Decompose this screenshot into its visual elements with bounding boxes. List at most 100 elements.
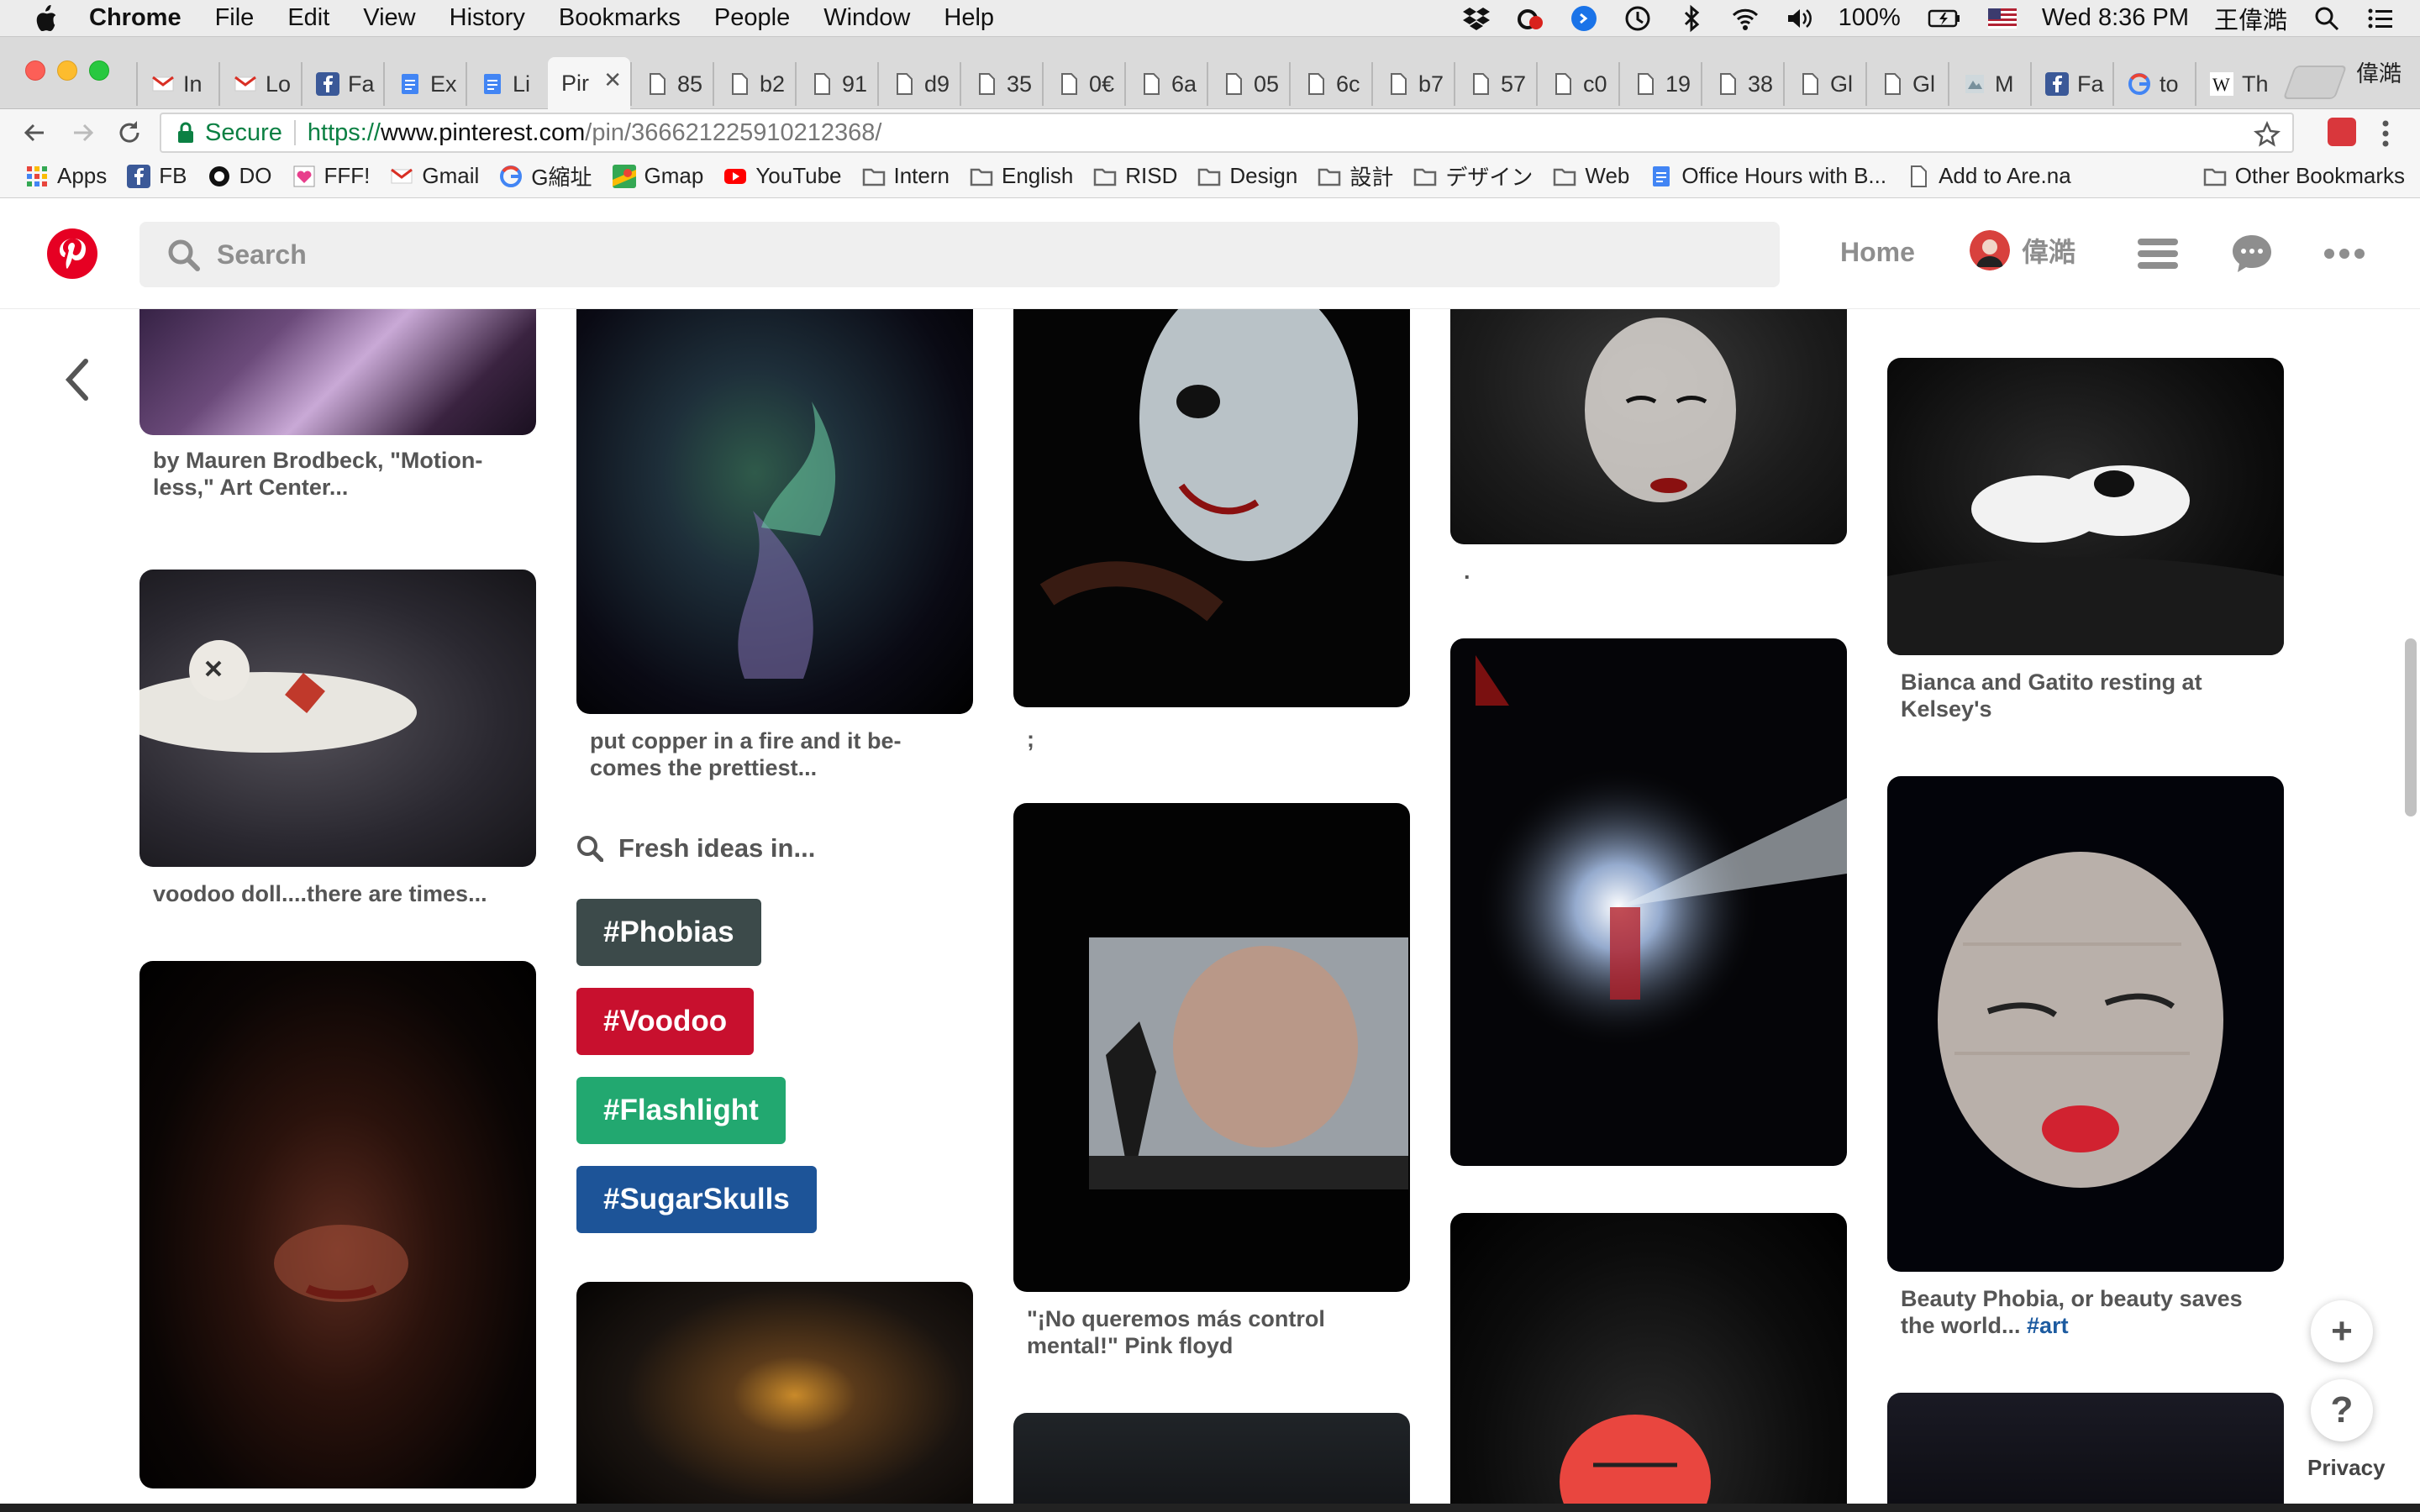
browser-tab[interactable]: d9: [877, 62, 960, 106]
pin-caption[interactable]: voodoo doll....there are times...: [153, 880, 523, 907]
browser-tab[interactable]: 85: [630, 62, 713, 106]
browser-tab[interactable]: Fa: [2030, 62, 2112, 106]
tab-active[interactable]: Pir ✕: [548, 57, 630, 109]
new-tab-button[interactable]: [2282, 66, 2348, 99]
window-zoom-button[interactable]: [89, 60, 109, 81]
browser-tab[interactable]: Fa: [301, 62, 383, 106]
dropbox-icon[interactable]: [1462, 4, 1491, 33]
browser-tab[interactable]: b7: [1371, 62, 1454, 106]
add-pin-button[interactable]: +: [2311, 1300, 2373, 1362]
nav-profile-link[interactable]: 偉澔: [1970, 230, 2075, 270]
back-chevron-icon[interactable]: [62, 356, 92, 403]
pin-caption[interactable]: .: [1464, 558, 1833, 585]
close-tab-icon[interactable]: ✕: [603, 67, 622, 93]
address-bar[interactable]: Secure https:// www.pinterest.com /pin/3…: [160, 113, 2294, 153]
menubar-user[interactable]: 王偉澔: [2214, 1, 2287, 36]
pin-caption[interactable]: Bianca and Gatito resting at Kelsey's: [1901, 669, 2270, 722]
nav-home-link[interactable]: Home: [1840, 237, 1915, 268]
browser-tab[interactable]: Lo: [218, 62, 301, 106]
browser-tab[interactable]: 6c: [1289, 62, 1371, 106]
menu-window[interactable]: Window: [823, 4, 910, 32]
pin-image[interactable]: [139, 570, 536, 867]
pin-image[interactable]: [1450, 1213, 1847, 1512]
bookmark-item[interactable]: DO: [208, 163, 272, 189]
browser-tab[interactable]: to: [2112, 62, 2195, 106]
hashtag-sugarskulls-button[interactable]: #SugarSkulls: [576, 1166, 817, 1233]
browser-tab[interactable]: 0€: [1042, 62, 1124, 106]
privacy-link[interactable]: Privacy: [2307, 1455, 2386, 1481]
bookmark-item[interactable]: 設計: [1318, 160, 1393, 192]
pin-image[interactable]: [139, 309, 536, 435]
browser-tab[interactable]: b2: [713, 62, 795, 106]
help-button[interactable]: ?: [2311, 1379, 2373, 1441]
forward-arrow-icon[interactable]: [66, 116, 99, 150]
bookmark-item[interactable]: RISD: [1093, 163, 1177, 189]
messages-icon[interactable]: [2230, 232, 2274, 276]
browser-tab[interactable]: In: [136, 62, 218, 106]
bookmark-item[interactable]: FFF!: [292, 163, 370, 189]
bookmark-item[interactable]: English: [970, 163, 1073, 189]
browser-tab[interactable]: 38: [1701, 62, 1783, 106]
chrome-profile-name[interactable]: 偉澔: [2356, 55, 2402, 88]
menu-view[interactable]: View: [363, 4, 415, 32]
menu-help[interactable]: Help: [944, 4, 994, 32]
pin-image[interactable]: [1450, 638, 1847, 1166]
pin-image[interactable]: [139, 961, 536, 1488]
bookmark-item[interactable]: Intern: [862, 163, 950, 189]
spotlight-search-icon[interactable]: [2312, 4, 2341, 33]
menu-app-name[interactable]: Chrome: [89, 4, 182, 32]
boards-menu-icon[interactable]: [2136, 232, 2180, 276]
pin-caption[interactable]: put copper in a fire and it be-comes the…: [590, 727, 960, 781]
bookmark-item[interactable]: デザイン: [1413, 160, 1533, 192]
bookmark-item[interactable]: G縮址: [499, 160, 592, 192]
wifi-icon[interactable]: [1731, 4, 1760, 33]
browser-tab[interactable]: M: [1948, 62, 2030, 106]
battery-charging-icon[interactable]: [1926, 4, 1963, 33]
browser-tab[interactable]: 57: [1454, 62, 1536, 106]
other-bookmarks-folder[interactable]: Other Bookmarks: [2203, 163, 2405, 189]
pin-caption[interactable]: by Mauren Brodbeck, "Motion-less," Art C…: [153, 447, 523, 501]
menu-bookmarks[interactable]: Bookmarks: [559, 4, 681, 32]
pin-image[interactable]: [1450, 309, 1847, 544]
bookmark-item[interactable]: YouTube: [723, 163, 842, 189]
pin-image[interactable]: [1887, 1393, 2284, 1512]
menu-history[interactable]: History: [450, 4, 525, 32]
browser-tab[interactable]: Ex: [383, 62, 466, 106]
pinterest-search-bar[interactable]: [139, 222, 1780, 287]
page-scrollbar-thumb[interactable]: [2405, 638, 2417, 816]
back-arrow-icon[interactable]: [18, 116, 52, 150]
bookmark-item[interactable]: Web: [1553, 163, 1629, 189]
pin-image[interactable]: [1013, 309, 1410, 707]
bluetooth-icon[interactable]: [1677, 4, 1706, 33]
window-minimize-button[interactable]: [57, 60, 77, 81]
time-machine-icon[interactable]: [1623, 4, 1652, 33]
battery-percent[interactable]: 100%: [1839, 4, 1901, 32]
menu-edit[interactable]: Edit: [287, 4, 329, 32]
pin-image[interactable]: [1013, 1413, 1410, 1512]
browser-tab[interactable]: 19: [1618, 62, 1701, 106]
browser-tab[interactable]: Gl: [1783, 62, 1865, 106]
volume-icon[interactable]: [1785, 4, 1813, 33]
us-flag-icon[interactable]: [1987, 8, 2017, 29]
browser-tab[interactable]: W Th: [2195, 62, 2277, 106]
more-options-icon[interactable]: [2323, 232, 2366, 276]
browser-tab[interactable]: 35: [960, 62, 1042, 106]
bookmark-item[interactable]: Gmap: [612, 163, 703, 189]
hashtag-flashlight-button[interactable]: #Flashlight: [576, 1077, 786, 1144]
browser-tab[interactable]: 05: [1207, 62, 1289, 106]
pin-image[interactable]: [576, 1282, 973, 1512]
window-close-button[interactable]: [25, 60, 45, 81]
pin-caption-hashtag[interactable]: #art: [2027, 1313, 2069, 1338]
search-input[interactable]: [217, 239, 1645, 270]
bookmark-star-icon[interactable]: [2254, 121, 2281, 148]
browser-tab[interactable]: 91: [795, 62, 877, 106]
menubar-clock[interactable]: Wed 8:36 PM: [2042, 4, 2189, 32]
hashtag-phobias-button[interactable]: #Phobias: [576, 899, 761, 966]
menu-file[interactable]: File: [215, 4, 255, 32]
notification-center-icon[interactable]: [2366, 4, 2395, 33]
pin-caption[interactable]: "¡No queremos más control mental!" Pink …: [1027, 1305, 1397, 1359]
menu-people[interactable]: People: [714, 4, 790, 32]
pin-image[interactable]: [1887, 358, 2284, 655]
apple-icon[interactable]: [34, 4, 59, 32]
browser-tab[interactable]: 6a: [1124, 62, 1207, 106]
